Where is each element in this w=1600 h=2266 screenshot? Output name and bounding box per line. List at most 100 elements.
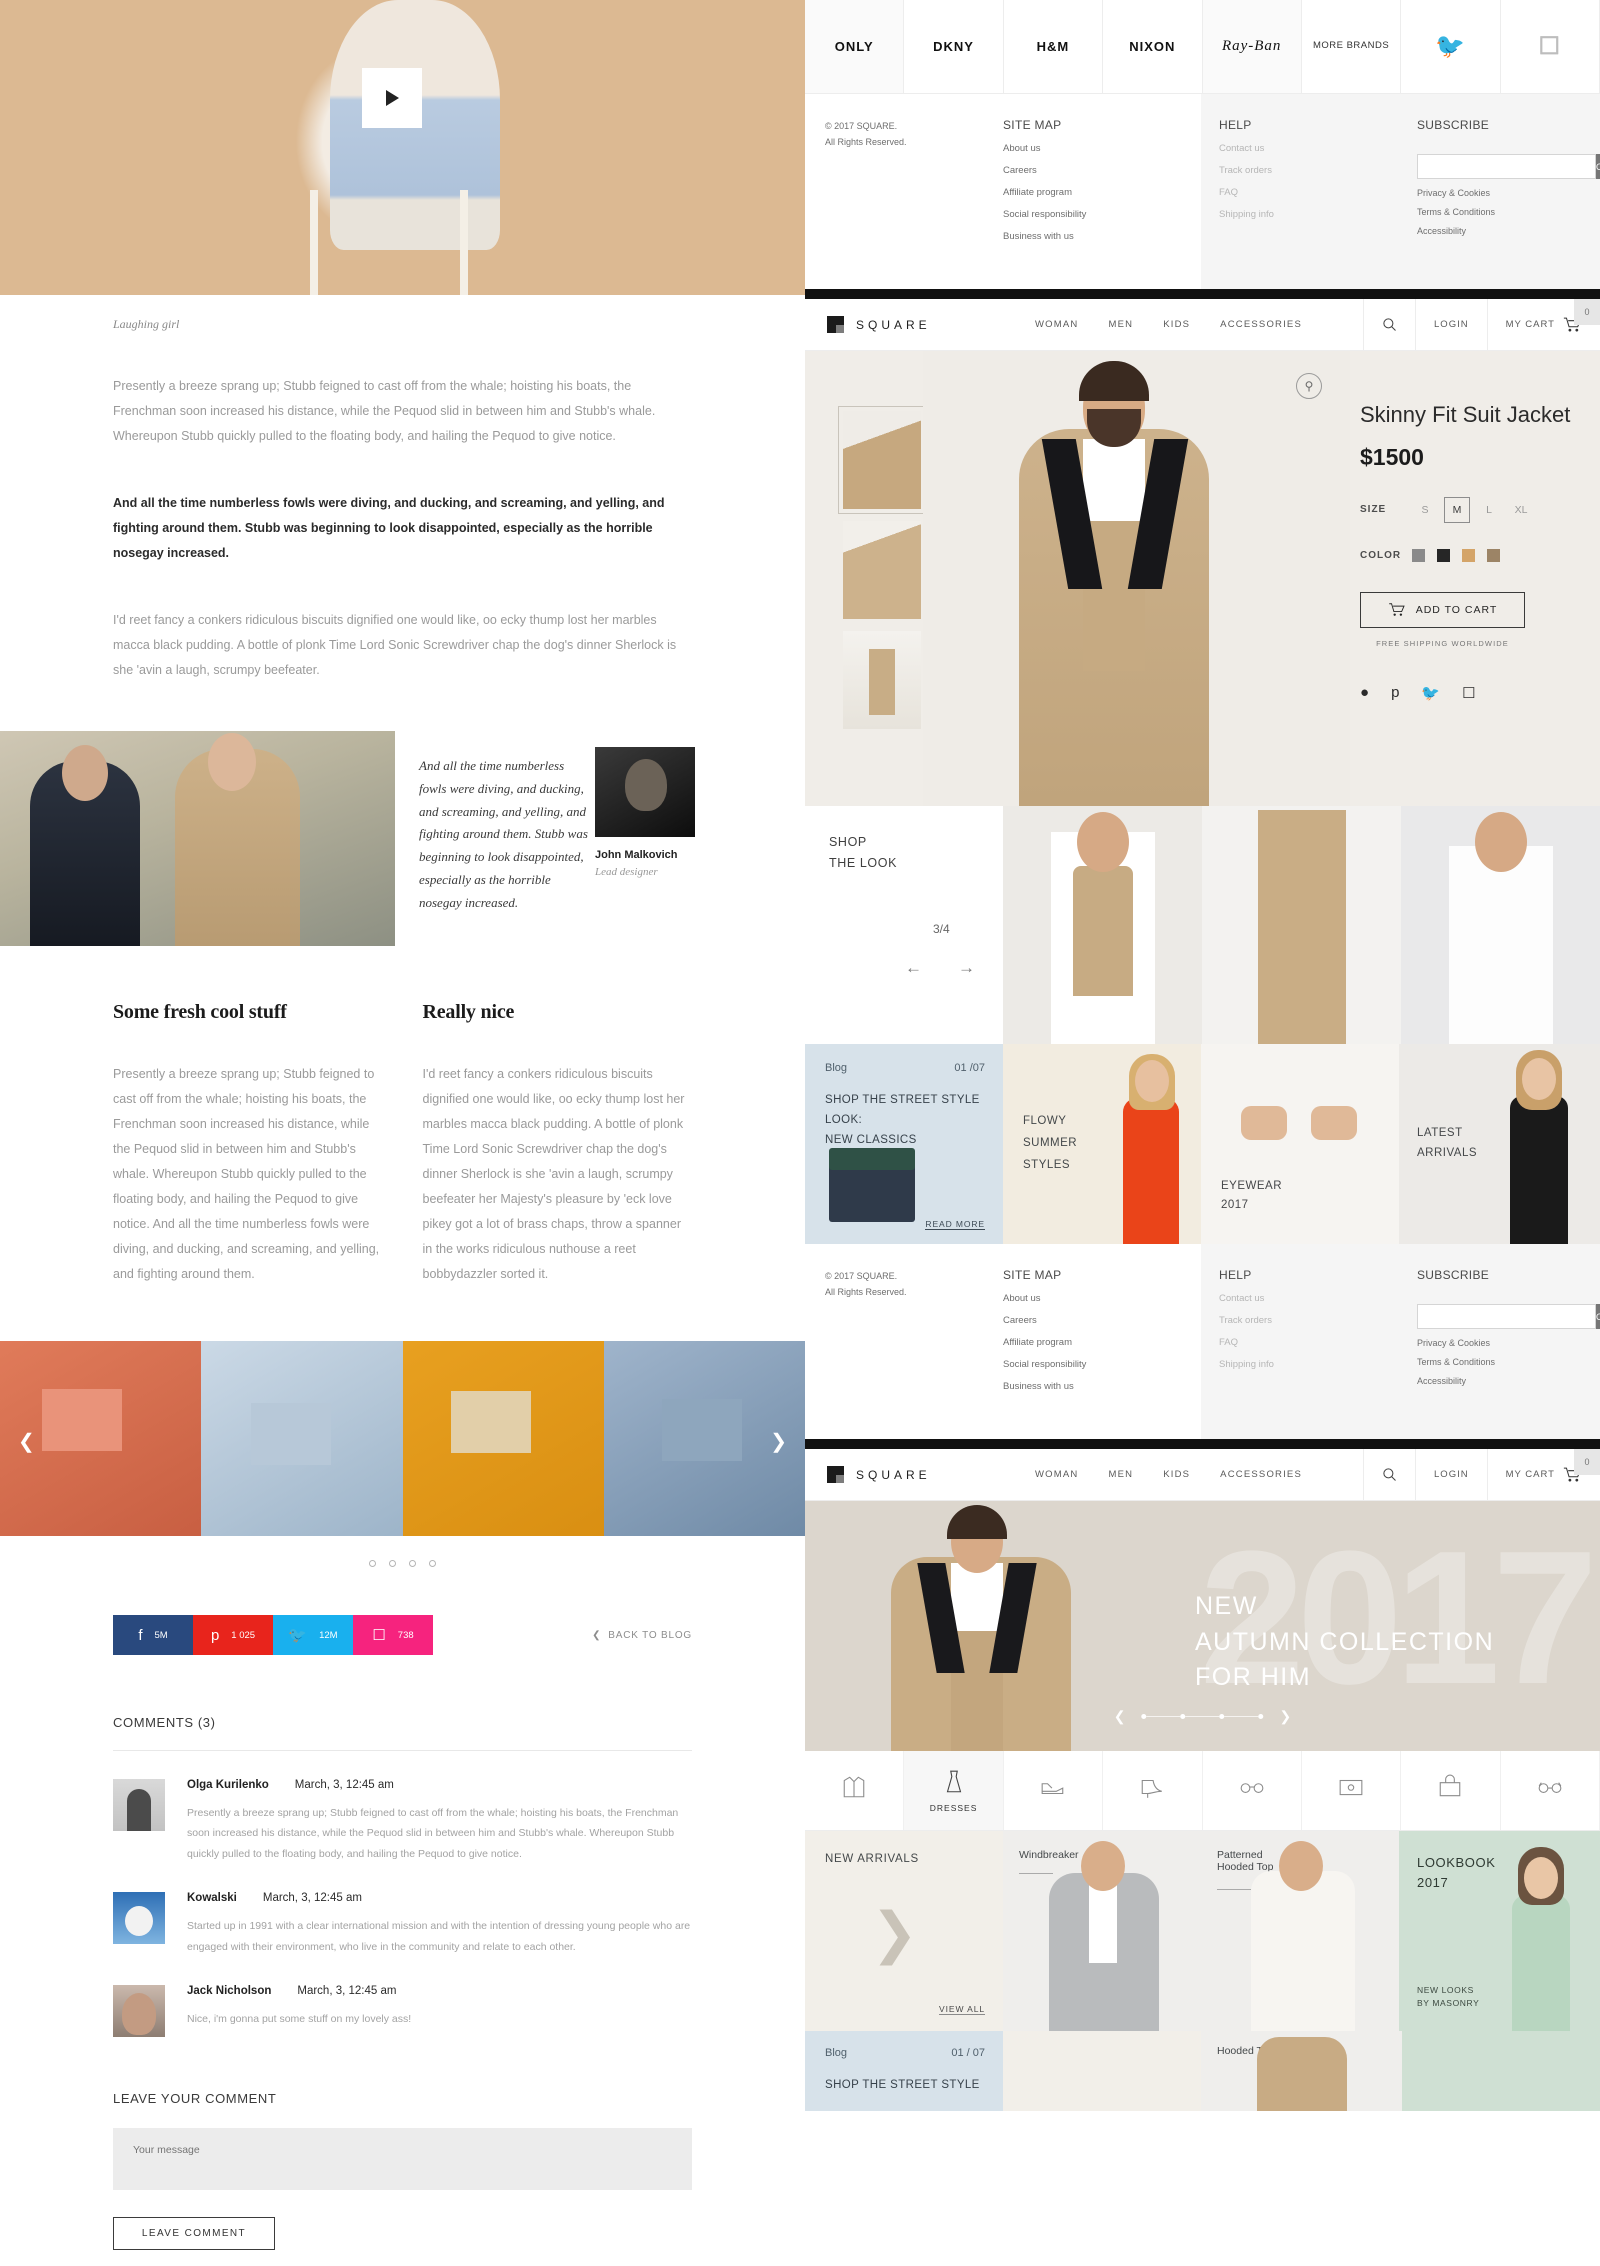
color-swatch-taupe[interactable] [1487, 548, 1500, 562]
product-thumbnail-3[interactable] [843, 631, 921, 729]
footer-link-track-orders[interactable]: Track orders [1219, 1315, 1399, 1326]
footer-link-faq[interactable]: FAQ [1219, 1337, 1399, 1348]
share-twitter-button[interactable]: 🐦 12M [273, 1615, 353, 1655]
subscribe-email-input[interactable] [1417, 1304, 1596, 1329]
color-swatch-tan[interactable] [1462, 548, 1475, 562]
category-wallets[interactable] [1302, 1751, 1402, 1830]
share-instagram-button[interactable]: ☐ 738 [353, 1615, 433, 1655]
footer-link-social-responsibility[interactable]: Social responsibility [1003, 1359, 1201, 1370]
brand-dkny[interactable]: DKNY [904, 0, 1004, 93]
category-bags[interactable] [1401, 1751, 1501, 1830]
tile-blog-read-more[interactable]: READ MORE [925, 1219, 985, 1230]
nav-item-kids[interactable]: KIDS [1163, 319, 1190, 330]
brand-hm[interactable]: H&M [1004, 0, 1104, 93]
footer-link-terms[interactable]: Terms & Conditions [1417, 207, 1600, 217]
nav-item-accessories[interactable]: ACCESSORIES [1220, 319, 1302, 330]
tile-new-arrivals[interactable]: NEW ARRIVALS ❯ VIEW ALL [805, 1831, 1003, 2031]
tile-eyewear[interactable]: EYEWEAR 2017 [1201, 1044, 1399, 1244]
footer-link-about-us[interactable]: About us [1003, 1293, 1201, 1304]
share-pinterest-button[interactable]: р 1 025 [193, 1615, 273, 1655]
tile-blog[interactable]: Blog 01 /07 SHOP THE STREET STYLE LOOK: … [805, 1044, 1003, 1244]
login-button[interactable]: LOGIN [1415, 298, 1487, 351]
banner-next-arrow[interactable]: ❯ [1280, 1708, 1292, 1725]
nav-item-men[interactable]: MEN [1108, 1469, 1133, 1480]
gallery-dot-2[interactable] [389, 1560, 396, 1567]
play-video-button[interactable] [362, 68, 422, 128]
gallery-slide-4[interactable]: ❯ [603, 1341, 805, 1536]
footer-link-privacy[interactable]: Privacy & Cookies [1417, 1338, 1600, 1348]
look-item-shirt[interactable] [1401, 806, 1600, 1044]
size-option-xl[interactable]: XL [1508, 497, 1534, 523]
nav-item-woman[interactable]: WOMAN [1035, 319, 1078, 330]
color-swatch-grey[interactable] [1412, 548, 1425, 562]
color-swatch-black[interactable] [1437, 548, 1450, 562]
share-facebook-button[interactable]: f 5M [113, 1615, 193, 1655]
product-thumbnail-2[interactable] [843, 521, 921, 619]
facebook-icon[interactable]: ● [1360, 684, 1369, 702]
gallery-slide-3[interactable] [402, 1341, 604, 1536]
logo[interactable]: SQUARE [805, 1466, 1035, 1483]
category-heels[interactable] [1103, 1751, 1203, 1830]
product-thumbnail-1[interactable] [838, 406, 926, 514]
bottom-tile-hooded-top[interactable]: Hooded Top [1201, 2031, 1402, 2111]
size-option-m[interactable]: M [1444, 496, 1470, 523]
brand-only[interactable]: ONLY [805, 0, 905, 93]
footer-link-social-responsibility[interactable]: Social responsibility [1003, 209, 1201, 220]
gallery-prev-arrow[interactable]: ❮ [18, 1429, 35, 1454]
footer-link-faq[interactable]: FAQ [1219, 187, 1399, 198]
look-item-vest[interactable] [1003, 806, 1202, 1044]
category-shoes[interactable] [1004, 1751, 1104, 1830]
gallery-dot-3[interactable] [409, 1560, 416, 1567]
subscribe-email-input[interactable] [1417, 154, 1596, 179]
size-option-s[interactable]: S [1412, 497, 1438, 523]
footer-link-careers[interactable]: Careers [1003, 1315, 1201, 1326]
footer-link-privacy[interactable]: Privacy & Cookies [1417, 188, 1600, 198]
footer-link-shipping-info[interactable]: Shipping info [1219, 1359, 1399, 1370]
comment-message-input[interactable] [113, 2128, 692, 2191]
footer-link-affiliate[interactable]: Affiliate program [1003, 1337, 1201, 1348]
footer-link-accessibility[interactable]: Accessibility [1417, 226, 1600, 236]
category-glasses[interactable] [1501, 1751, 1600, 1830]
gallery-dots[interactable] [0, 1560, 805, 1567]
subscribe-ok-button[interactable]: OK [1596, 1304, 1600, 1329]
instagram-icon[interactable]: ☐ [1462, 684, 1475, 702]
footer-link-affiliate[interactable]: Affiliate program [1003, 187, 1201, 198]
footer-link-shipping-info[interactable]: Shipping info [1219, 209, 1399, 220]
gallery-next-arrow[interactable]: ❯ [770, 1429, 787, 1454]
nav-item-accessories[interactable]: ACCESSORIES [1220, 1469, 1302, 1480]
footer-link-track-orders[interactable]: Track orders [1219, 165, 1399, 176]
look-item-trousers[interactable] [1202, 806, 1401, 1044]
banner-prev-arrow[interactable]: ❮ [1114, 1708, 1126, 1725]
footer-link-accessibility[interactable]: Accessibility [1417, 1376, 1600, 1386]
brand-rayban[interactable]: Ray-Ban [1202, 0, 1302, 93]
tile-patterned-hooded-top[interactable]: Patterned Hooded Top [1201, 1831, 1399, 2031]
banner-dot-4[interactable] [1258, 1714, 1264, 1719]
nav-item-woman[interactable]: WOMAN [1035, 1469, 1078, 1480]
footer-link-business[interactable]: Business with us [1003, 231, 1201, 242]
gallery-dot-1[interactable] [369, 1560, 376, 1567]
view-all-link[interactable]: VIEW ALL [939, 2004, 985, 2015]
size-option-l[interactable]: L [1476, 497, 1502, 523]
search-button[interactable] [1363, 1448, 1415, 1501]
footer-link-careers[interactable]: Careers [1003, 165, 1201, 176]
banner-dots[interactable] [1141, 1714, 1264, 1719]
gallery-slide-1[interactable]: ❮ [0, 1341, 202, 1536]
category-jacket[interactable] [805, 1751, 905, 1830]
tile-summer-styles[interactable]: FLOWY SUMMER STYLES [1003, 1044, 1201, 1244]
chevron-right-icon[interactable]: ❯ [871, 1905, 918, 1961]
nav-item-men[interactable]: MEN [1108, 319, 1133, 330]
tile-lookbook[interactable]: LOOKBOOK 2017 NEW LOOKS BY MASONRY [1399, 1831, 1600, 2031]
gallery-dot-4[interactable] [429, 1560, 436, 1567]
image-gallery[interactable]: ❮ ⚲ ❯ [0, 1341, 805, 1536]
category-swimwear[interactable] [1203, 1751, 1302, 1830]
footer-link-about-us[interactable]: About us [1003, 143, 1201, 154]
shop-the-look-next-arrow[interactable]: → [958, 958, 975, 978]
footer-link-contact-us[interactable]: Contact us [1219, 143, 1399, 154]
zoom-icon[interactable]: ⚲ [1296, 373, 1322, 399]
logo[interactable]: SQUARE [805, 316, 1035, 333]
nav-item-kids[interactable]: KIDS [1163, 1469, 1190, 1480]
leave-comment-button[interactable]: LEAVE COMMENT [113, 2217, 275, 2251]
category-dresses[interactable]: DRESSES [904, 1751, 1004, 1830]
back-to-blog-link[interactable]: ❮ BACK TO BLOG [592, 1630, 692, 1641]
footer-link-terms[interactable]: Terms & Conditions [1417, 1357, 1600, 1367]
